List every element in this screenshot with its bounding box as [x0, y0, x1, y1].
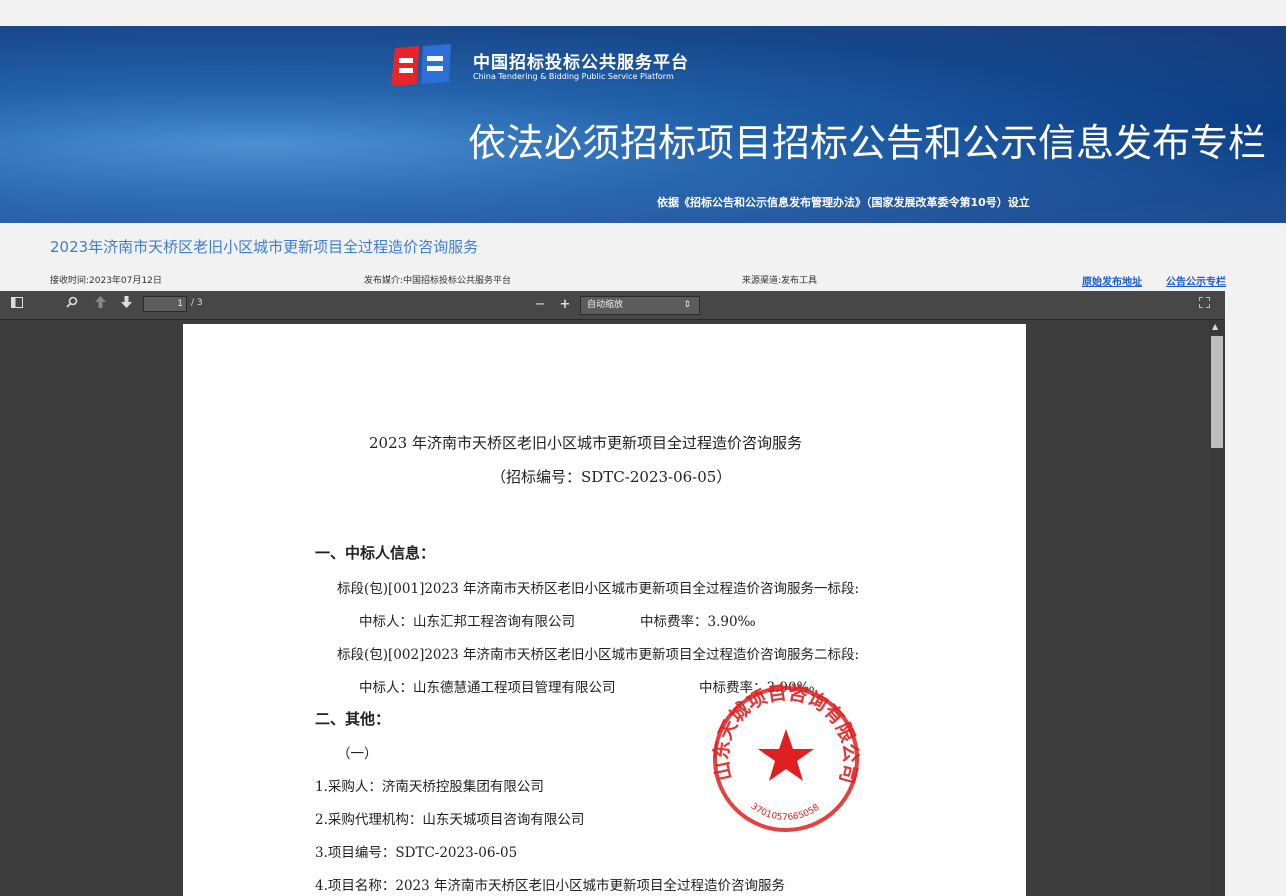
scroll-up-icon[interactable]: ▲ [1212, 322, 1218, 331]
doc-lot1-rate: 中标费率：3.90‰ [640, 614, 756, 630]
page-number-input[interactable]: 1 [143, 296, 187, 312]
vertical-scrollbar[interactable]: ▲ [1209, 320, 1225, 896]
doc-lot2: 标段(包)[002]2023 年济南市天桥区老旧小区城市更新项目全过程造价咨询服… [337, 647, 860, 663]
search-icon[interactable] [63, 295, 81, 315]
doc-tender-code: （招标编号：SDTC-2023-06-05） [491, 468, 732, 486]
page-title: 2023年济南市天桥区老旧小区城市更新项目全过程造价咨询服务 [50, 238, 479, 256]
scrollbar-thumb[interactable] [1211, 336, 1223, 448]
zoom-in-button[interactable]: + [558, 295, 572, 315]
sidebar-toggle-icon[interactable] [8, 295, 26, 315]
banner-title: 依法必须招标项目招标公告和公示信息发布专栏 [468, 121, 1267, 165]
received-time: 接收时间:2023年07月12日 [50, 276, 162, 286]
publish-media: 发布媒介:中国招标投标公共服务平台 [364, 276, 512, 286]
next-page-icon[interactable] [117, 295, 135, 315]
fullscreen-icon[interactable] [1196, 295, 1212, 315]
zoom-select-value: 自动缩放 [587, 300, 624, 310]
doc-lot1: 标段(包)[001]2023 年济南市天桥区老旧小区城市更新项目全过程造价咨询服… [337, 581, 860, 597]
doc-lot2-winner: 中标人：山东德慧通工程项目管理有限公司 [359, 680, 616, 696]
doc-lot1-winner: 中标人：山东汇邦工程咨询有限公司 [359, 614, 575, 630]
doc-subsection-1: （一） [337, 746, 378, 762]
top-strip [0, 0, 1286, 26]
chevron-updown-icon: ⇕ [683, 300, 691, 310]
platform-name-cn: 中国招标投标公共服务平台 [473, 53, 689, 73]
doc-item-name: 4.项目名称：2023 年济南市天桥区老旧小区城市更新项目全过程造价咨询服务 [315, 878, 786, 894]
source-channel: 来源渠道:发布工具 [742, 276, 818, 286]
zoom-select[interactable]: 自动缩放 ⇕ [580, 296, 700, 315]
pdf-page: 2023 年济南市天桥区老旧小区城市更新项目全过程造价咨询服务 （招标编号：SD… [183, 324, 1026, 896]
announcement-column-link[interactable]: 公告公示专栏 [1166, 273, 1226, 288]
banner-subtitle: 依据《招标公告和公示信息发布管理办法》（国家发展改革委令第10号）设立 [657, 196, 1030, 209]
doc-title: 2023 年济南市天桥区老旧小区城市更新项目全过程造价咨询服务 [369, 434, 802, 452]
header-banner: 中国招标投标公共服务平台 China Tendering & Bidding P… [0, 26, 1286, 223]
page-count: / 3 [191, 298, 203, 308]
doc-item-purchaser: 1.采购人：济南天桥控股集团有限公司 [315, 779, 544, 795]
svg-text:3701057665058: 3701057665058 [749, 802, 822, 823]
original-url-link[interactable]: 原始发布地址 [1082, 273, 1142, 288]
company-seal-icon: 山东天城项目咨询有限公司 3701057665058 [709, 683, 861, 832]
doc-section-other: 二、其他： [315, 710, 391, 728]
platform-logo-icon [391, 44, 451, 86]
previous-page-icon[interactable] [91, 295, 109, 315]
doc-item-agency: 2.采购代理机构：山东天城项目咨询有限公司 [315, 812, 585, 828]
platform-name-en: China Tendering & Bidding Public Service… [473, 72, 674, 81]
doc-item-code: 3.项目编号：SDTC-2023-06-05 [315, 845, 518, 861]
pdf-toolbar: 1 / 3 − + 自动缩放 ⇕ [0, 291, 1225, 320]
zoom-out-button[interactable]: − [533, 295, 547, 315]
doc-section-winners: 一、中标人信息： [315, 544, 436, 562]
